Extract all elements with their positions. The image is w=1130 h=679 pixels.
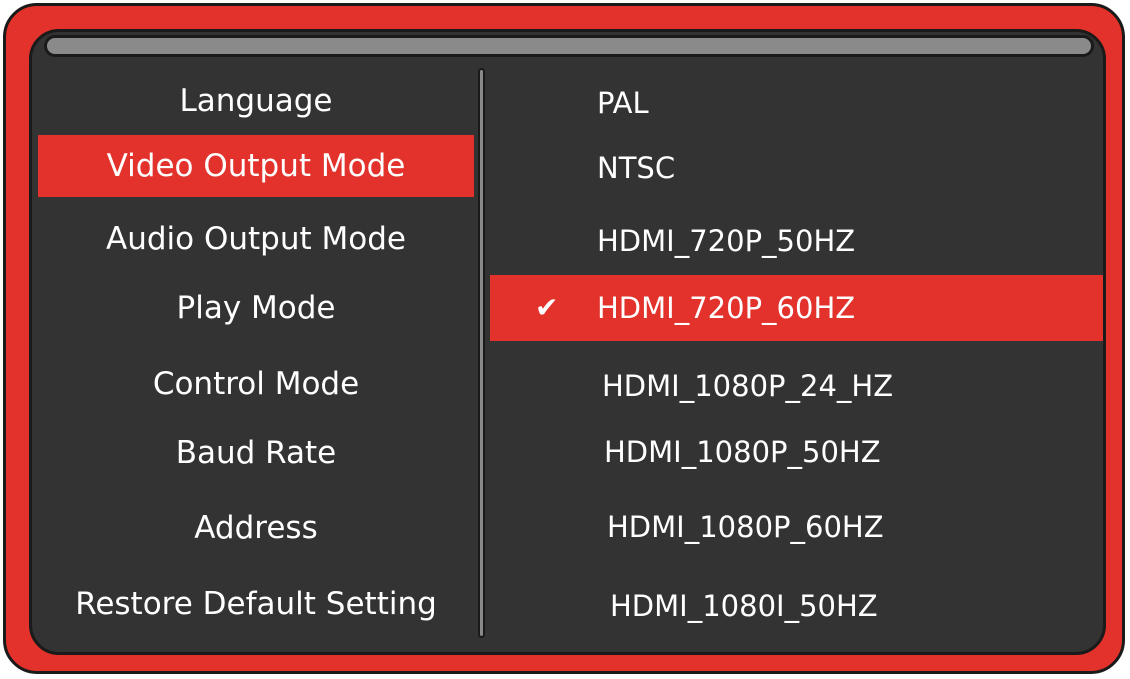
- menu-item-language[interactable]: Language: [38, 70, 474, 132]
- option-label: HDMI_1080I_50HZ: [610, 589, 878, 623]
- option-hdmi-1080i-50hz[interactable]: HDMI_1080I_50HZ: [490, 573, 1103, 639]
- option-hdmi-1080p-24-hz[interactable]: HDMI_1080P_24_HZ: [490, 353, 1103, 419]
- menu-item-video-output-mode[interactable]: Video Output Mode: [38, 135, 474, 197]
- checkmark-icon: ✔: [535, 291, 559, 324]
- menu-item-play-mode[interactable]: Play Mode: [38, 277, 474, 339]
- option-hdmi-1080p-50hz[interactable]: HDMI_1080P_50HZ: [490, 419, 1103, 485]
- vertical-divider-scrollbar[interactable]: [478, 68, 485, 638]
- option-hdmi-720p-50hz[interactable]: HDMI_720P_50HZ: [490, 208, 1103, 274]
- menu-item-baud-rate[interactable]: Baud Rate: [38, 422, 474, 484]
- option-label: NTSC: [597, 151, 676, 185]
- osd-menu-screen: Language Video Output Mode Audio Output …: [29, 29, 1106, 655]
- option-pal[interactable]: PAL: [490, 70, 1103, 136]
- option-label: HDMI_720P_60HZ: [597, 291, 856, 325]
- option-ntsc[interactable]: NTSC: [490, 135, 1103, 201]
- option-label: HDMI_1080P_24_HZ: [602, 369, 894, 403]
- option-label: HDMI_1080P_60HZ: [607, 510, 884, 544]
- option-hdmi-1080p-60hz[interactable]: HDMI_1080P_60HZ: [490, 494, 1103, 560]
- menu-item-restore-default-setting[interactable]: Restore Default Setting: [38, 573, 474, 635]
- option-label: PAL: [597, 86, 649, 120]
- osd-menu-frame: Language Video Output Mode Audio Output …: [3, 3, 1125, 674]
- menu-item-address[interactable]: Address: [38, 497, 474, 559]
- option-label: HDMI_720P_50HZ: [597, 224, 856, 258]
- option-hdmi-720p-60hz[interactable]: ✔ HDMI_720P_60HZ: [490, 275, 1103, 341]
- top-scrollbar[interactable]: [44, 35, 1094, 57]
- option-label: HDMI_1080P_50HZ: [604, 435, 881, 469]
- menu-item-audio-output-mode[interactable]: Audio Output Mode: [38, 208, 474, 270]
- menu-item-control-mode[interactable]: Control Mode: [38, 353, 474, 415]
